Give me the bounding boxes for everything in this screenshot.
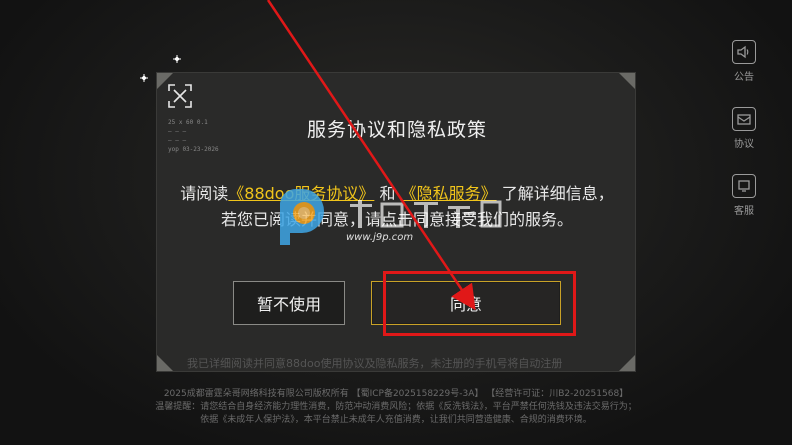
watermark-text: www.j9p.com <box>346 198 506 243</box>
footer-copyright: 2025成都雷霆朵哥网络科技有限公司版权所有 【蜀ICP备2025158229号… <box>163 389 629 399</box>
site-watermark: www.j9p.com <box>268 180 528 260</box>
right-sidebar: 公告 协议 客服 <box>724 40 764 217</box>
watermark-logo-icon <box>280 188 324 245</box>
nav-label-agreement: 协议 <box>734 139 754 150</box>
dialog-title: 服务协议和隐私政策 <box>306 119 487 141</box>
mini-info-line: yop 03-23-2026 <box>168 146 219 153</box>
watermark-wordmark <box>350 199 502 228</box>
nav-item-announcement[interactable]: 公告 <box>732 40 756 83</box>
nav-label-support: 客服 <box>734 206 754 217</box>
annotation-highlight-box <box>383 271 576 336</box>
mini-info-panel: 25 x 60 0.1 — — — — — — yop 03-23-2026 <box>168 118 219 154</box>
mini-info-line: — — — <box>168 137 187 144</box>
nav-label-announcement: 公告 <box>734 72 754 83</box>
body-prefix: 请阅读 <box>180 184 229 203</box>
dialog-corner-decoration <box>157 355 173 371</box>
speaker-icon <box>732 40 756 64</box>
watermark-url: www.j9p.com <box>346 231 414 243</box>
mini-info-line: 25 x 60 0.1 <box>168 119 208 126</box>
nav-item-support[interactable]: 客服 <box>732 174 756 217</box>
nav-item-agreement[interactable]: 协议 <box>732 107 756 150</box>
footer: 2025成都雷霆朵哥网络科技有限公司版权所有 【蜀ICP备2025158229号… <box>0 388 792 427</box>
fullscreen-toggle[interactable] <box>160 76 200 116</box>
mail-icon <box>732 107 756 131</box>
dialog-corner-decoration <box>619 73 635 89</box>
headset-icon <box>732 174 756 198</box>
fullscreen-icon <box>168 84 192 108</box>
footer-notice: 温馨提醒：请您结合自身经济能力理性消费，防范冲动消费风险；依据《反洗钱法》，平台… <box>155 402 637 412</box>
mini-info-line: — — — <box>168 128 187 135</box>
footer-minor-notice: 依据《未成年人保护法》，本平台禁止未成年人充值消费，让我们共同营造健康、合规的消… <box>200 415 592 425</box>
consent-note: 我已详细阅读并同意88doo使用协议及隐私服务，未注册的手机号将自动注册 <box>187 357 563 370</box>
dialog-corner-decoration <box>619 355 635 371</box>
decline-button[interactable]: 暂不使用 <box>233 281 345 325</box>
